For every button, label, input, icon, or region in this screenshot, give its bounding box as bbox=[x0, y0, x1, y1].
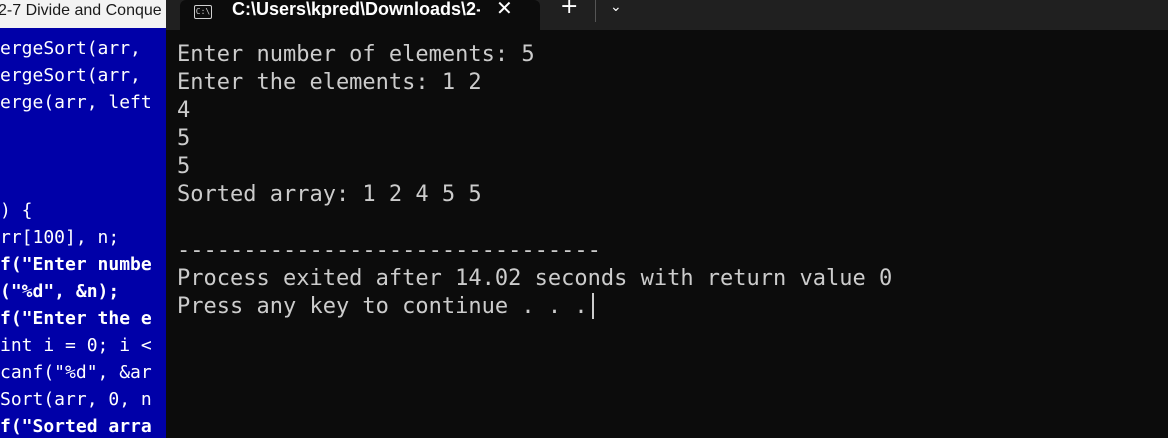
console-line: 4 bbox=[177, 97, 1157, 125]
chevron-down-icon[interactable]: ⌄ bbox=[610, 0, 622, 14]
ide-titlebar[interactable]: 2-7 Divide and Conque bbox=[0, 0, 166, 28]
terminal-tab-bar: C:\ C:\Users\kpred\Downloads\2- ✕ + ⌄ bbox=[166, 0, 1168, 30]
console-line-text: 5 bbox=[177, 126, 191, 151]
code-line: ergeSort(arr, bbox=[0, 38, 152, 59]
ide-window: 2-7 Divide and Conque ergeSort(arr, erge… bbox=[0, 0, 166, 438]
console-line-text: 5 bbox=[177, 154, 191, 179]
code-line: canf("%d", &ar bbox=[0, 362, 152, 383]
code-line: rr[100], n; bbox=[0, 227, 120, 248]
tab-divider bbox=[595, 0, 596, 22]
console-line-text: 4 bbox=[177, 98, 191, 123]
console-line-text: -------------------------------- bbox=[177, 238, 601, 263]
console-line-text: Process exited after 14.02 seconds with … bbox=[177, 266, 893, 291]
code-line: ergeSort(arr, bbox=[0, 65, 152, 86]
code-line: ) { bbox=[0, 200, 33, 221]
text-cursor bbox=[591, 293, 594, 319]
console-line: 5 bbox=[177, 125, 1157, 153]
console-line-text: Press any key to continue . . . bbox=[177, 294, 588, 319]
terminal-tab[interactable]: C:\ C:\Users\kpred\Downloads\2- ✕ bbox=[180, 0, 540, 30]
console-line: Enter the elements: 1 2 bbox=[177, 69, 1157, 97]
ide-window-title: 2-7 Divide and Conque bbox=[0, 2, 162, 19]
console-line: Enter number of elements: 5 bbox=[177, 41, 1157, 69]
console-output[interactable]: Enter number of elements: 5 Enter the ele… bbox=[177, 41, 1157, 321]
code-line: f("Sorted arra bbox=[0, 416, 152, 437]
console-line: Process exited after 14.02 seconds with … bbox=[177, 265, 1157, 293]
code-line: erge(arr, left bbox=[0, 92, 152, 113]
new-tab-button[interactable]: + bbox=[560, 0, 578, 18]
console-line: Press any key to continue . . . bbox=[177, 293, 1157, 321]
code-line: Sort(arr, 0, n bbox=[0, 389, 152, 410]
console-icon: C:\ bbox=[194, 5, 212, 19]
code-line: ("%d", &n); bbox=[0, 281, 120, 302]
ide-code-editor[interactable]: ergeSort(arr, ergeSort(arr, erge(arr, le… bbox=[0, 35, 166, 438]
close-tab-button[interactable]: ✕ bbox=[496, 0, 513, 18]
console-line-text: Enter the elements: 1 2 bbox=[177, 70, 482, 95]
console-line: Sorted array: 1 2 4 5 5 bbox=[177, 181, 1157, 209]
console-line: -------------------------------- bbox=[177, 237, 1157, 265]
console-line-text: Sorted array: 1 2 4 5 5 bbox=[177, 182, 482, 207]
console-line: 5 bbox=[177, 153, 1157, 181]
terminal-window: C:\ C:\Users\kpred\Downloads\2- ✕ + ⌄ En… bbox=[166, 0, 1168, 438]
console-line-text: Enter number of elements: 5 bbox=[177, 42, 535, 67]
code-line: int i = 0; i < bbox=[0, 335, 152, 356]
tab-title: C:\Users\kpred\Downloads\2- bbox=[232, 0, 480, 18]
code-line: f("Enter numbe bbox=[0, 254, 152, 275]
code-line: f("Enter the e bbox=[0, 308, 152, 329]
